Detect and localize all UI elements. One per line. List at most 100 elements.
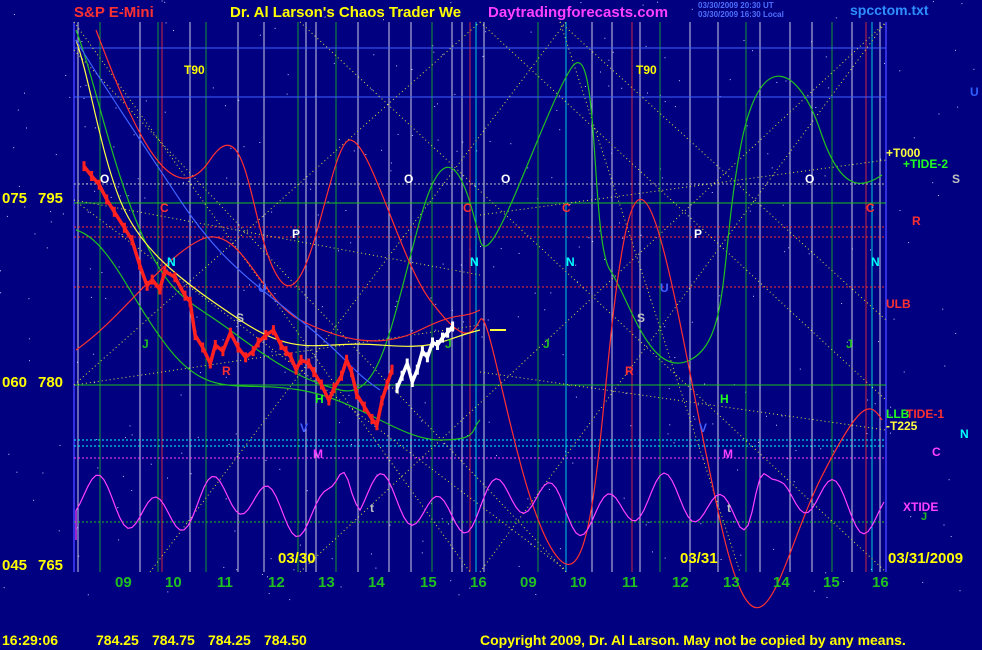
star <box>740 554 742 556</box>
star <box>746 125 748 127</box>
star <box>694 418 696 420</box>
price-bar <box>256 337 260 348</box>
star <box>938 195 939 196</box>
price-bar <box>436 340 439 350</box>
price-bar <box>350 367 354 378</box>
star <box>145 100 147 102</box>
star <box>448 523 449 525</box>
star <box>788 247 790 249</box>
x-hour-label: 12 <box>672 574 689 591</box>
planet-glyph-label: O <box>805 172 814 186</box>
star <box>333 62 335 64</box>
star <box>733 521 734 523</box>
star <box>496 455 497 457</box>
star <box>287 74 289 76</box>
price-bar <box>400 370 404 381</box>
star <box>289 599 291 601</box>
star <box>489 141 491 142</box>
star <box>781 415 783 417</box>
price-bar <box>244 352 248 363</box>
star <box>122 475 124 477</box>
star <box>284 371 286 373</box>
star <box>482 55 484 57</box>
star <box>0 292 2 294</box>
planet-glyph-label: J <box>846 337 853 351</box>
star <box>119 195 121 197</box>
planet-glyph-label: J <box>543 337 550 351</box>
price-bar <box>271 325 275 336</box>
star <box>137 178 139 180</box>
star <box>115 107 117 109</box>
star <box>973 68 975 70</box>
planet-glyph-label: N <box>167 255 176 269</box>
planet-glyph-label: C <box>562 201 571 215</box>
price-bar <box>425 352 429 363</box>
star <box>575 264 577 266</box>
star <box>83 97 85 99</box>
star <box>317 214 319 216</box>
star <box>271 351 273 353</box>
price-bar <box>420 346 424 357</box>
star <box>899 210 901 211</box>
planet-glyph-label: V <box>300 421 308 435</box>
star <box>13 147 15 149</box>
star <box>353 150 355 152</box>
star <box>825 56 827 58</box>
price-bar <box>90 171 94 181</box>
price-bar <box>236 342 240 353</box>
star <box>678 80 680 82</box>
y-tick-alt-0: 075 <box>2 190 27 207</box>
star <box>230 147 232 149</box>
star <box>422 540 424 542</box>
star <box>841 303 843 304</box>
star <box>118 266 120 268</box>
star <box>421 420 423 422</box>
star <box>234 530 236 532</box>
star <box>97 467 99 469</box>
price-bar <box>264 330 268 341</box>
star <box>236 326 238 328</box>
star <box>948 479 950 481</box>
planet-glyph-label: R <box>222 364 231 378</box>
star <box>668 388 670 390</box>
star <box>0 270 1 272</box>
price-bar <box>307 358 311 369</box>
star <box>795 450 797 452</box>
star <box>167 477 168 479</box>
price-bar <box>451 321 455 332</box>
planet-glyph-label: M <box>313 447 323 461</box>
star <box>867 399 869 401</box>
x-hour-label: 09 <box>520 574 537 591</box>
star <box>101 272 103 274</box>
price-bar <box>327 395 331 406</box>
star <box>517 316 519 318</box>
star <box>46 247 48 249</box>
star <box>661 177 663 179</box>
star <box>222 339 224 341</box>
star <box>270 558 272 560</box>
star <box>961 3 963 5</box>
star <box>450 580 452 582</box>
star <box>338 139 340 141</box>
star <box>226 177 228 179</box>
star <box>664 557 666 559</box>
top-label-t90: T90 <box>184 63 205 77</box>
star <box>657 1 659 3</box>
star <box>773 548 775 550</box>
planet-glyph-label: U <box>660 281 669 295</box>
star <box>743 40 745 41</box>
star <box>435 303 437 305</box>
star <box>433 51 435 53</box>
star <box>550 292 552 294</box>
chart-title: Dr. Al Larson's Chaos Trader We <box>230 4 461 21</box>
star <box>411 330 413 332</box>
star <box>243 146 245 148</box>
star <box>793 481 795 483</box>
star <box>719 295 721 297</box>
star <box>390 170 392 172</box>
star <box>481 336 483 338</box>
star <box>562 354 564 356</box>
right-label: J <box>921 511 927 523</box>
star <box>630 425 632 427</box>
star <box>943 524 945 526</box>
